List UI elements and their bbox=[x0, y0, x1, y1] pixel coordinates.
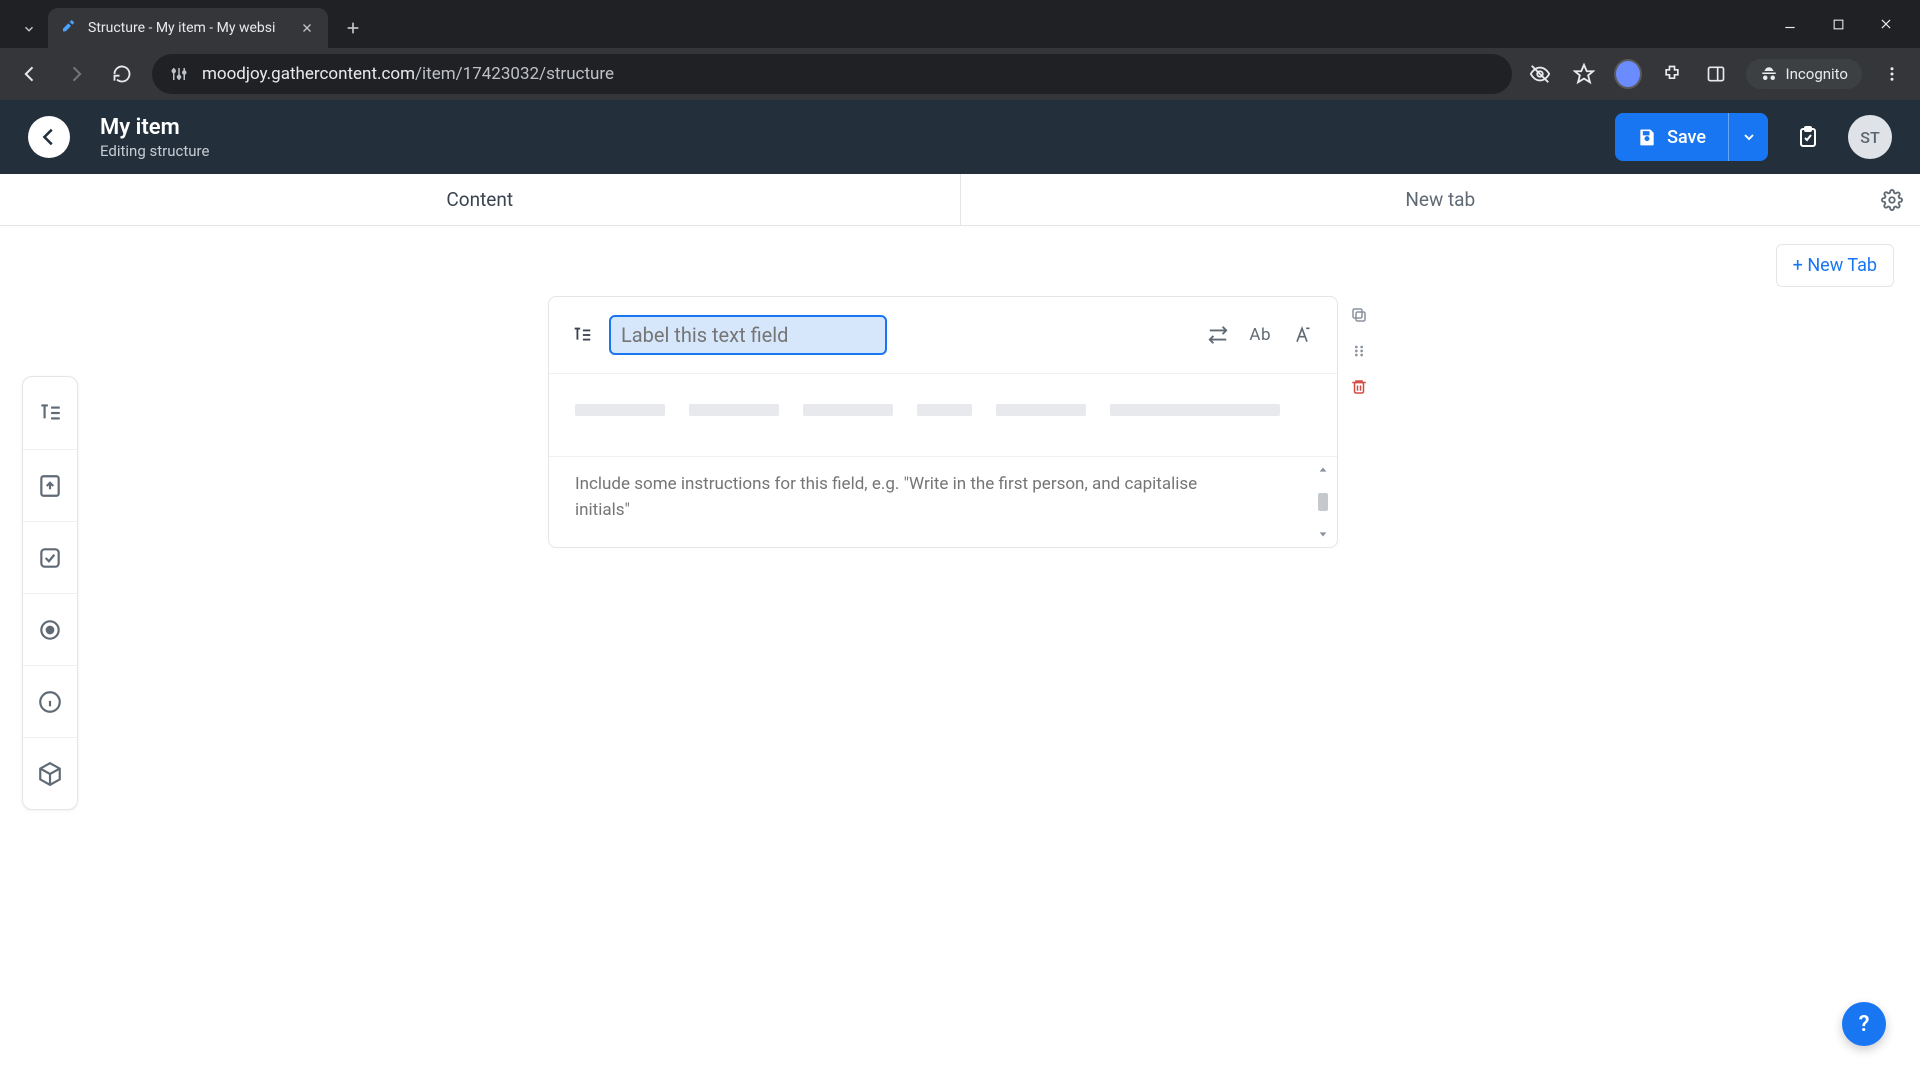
tasks-icon[interactable] bbox=[1786, 115, 1830, 159]
save-dropdown-button[interactable] bbox=[1728, 113, 1768, 161]
field-side-actions bbox=[1348, 304, 1370, 398]
scroll-thumb[interactable] bbox=[1318, 493, 1328, 511]
document-tabs: Content New tab bbox=[0, 174, 1920, 226]
rail-guideline-icon[interactable] bbox=[23, 665, 77, 737]
url-host: moodjoy.gathercontent.com bbox=[202, 64, 415, 84]
rail-radio-icon[interactable] bbox=[23, 593, 77, 665]
field-header: Ab bbox=[549, 297, 1337, 373]
browser-tab-title: Structure - My item - My websi bbox=[88, 20, 288, 36]
rail-text-field-icon[interactable] bbox=[23, 377, 77, 449]
kebab-menu-icon[interactable] bbox=[1878, 60, 1906, 88]
maximize-icon[interactable] bbox=[1828, 14, 1848, 34]
sidepanel-icon[interactable] bbox=[1702, 60, 1730, 88]
rail-checkbox-icon[interactable] bbox=[23, 521, 77, 593]
save-button-group: Save bbox=[1615, 113, 1768, 161]
new-browser-tab-button[interactable] bbox=[336, 11, 370, 45]
site-settings-icon[interactable] bbox=[168, 63, 190, 85]
field-body-preview bbox=[549, 373, 1337, 456]
app-header: My item Editing structure Save ST bbox=[0, 100, 1920, 174]
url-text: moodjoy.gathercontent.com/item/17423032/… bbox=[202, 64, 614, 84]
browser-tab-active[interactable]: Structure - My item - My websi bbox=[48, 8, 328, 48]
reload-button[interactable] bbox=[106, 58, 138, 90]
incognito-indicator[interactable]: Incognito bbox=[1746, 59, 1862, 89]
field-label-input[interactable] bbox=[609, 315, 887, 355]
avatar-initials: ST bbox=[1860, 128, 1879, 147]
rail-attachment-icon[interactable] bbox=[23, 449, 77, 521]
tab-strip: Structure - My item - My websi bbox=[0, 0, 1920, 48]
repeatable-toggle-icon[interactable] bbox=[1205, 322, 1231, 348]
tabs-settings-icon[interactable] bbox=[1878, 186, 1906, 214]
field-type-rail bbox=[22, 376, 78, 810]
help-button[interactable]: ? bbox=[1842, 1002, 1886, 1046]
field-instructions-input[interactable] bbox=[575, 471, 1215, 525]
delete-field-icon[interactable] bbox=[1348, 376, 1370, 398]
save-icon bbox=[1637, 127, 1657, 147]
favicon-icon bbox=[60, 19, 78, 37]
window-close-icon[interactable] bbox=[1876, 14, 1896, 34]
tab-content[interactable]: Content bbox=[0, 174, 960, 225]
window-controls bbox=[1780, 0, 1920, 48]
address-bar: moodjoy.gathercontent.com/item/17423032/… bbox=[0, 48, 1920, 100]
scroll-down-icon bbox=[1318, 529, 1328, 539]
url-path: /item/17423032/structure bbox=[415, 64, 614, 84]
extensions-icon[interactable] bbox=[1658, 60, 1686, 88]
back-button[interactable] bbox=[14, 58, 46, 90]
profile-indicator[interactable] bbox=[1614, 60, 1642, 88]
back-to-item-button[interactable] bbox=[28, 116, 70, 158]
profile-dot-icon bbox=[1614, 59, 1642, 89]
address-bar-actions: Incognito bbox=[1526, 59, 1906, 89]
incognito-label: Incognito bbox=[1786, 65, 1848, 83]
bookmark-star-icon[interactable] bbox=[1570, 60, 1598, 88]
text-field-card: Ab bbox=[548, 296, 1338, 548]
browser-chrome: Structure - My item - My websi moodjoy.g… bbox=[0, 0, 1920, 100]
plain-text-toggle[interactable]: Ab bbox=[1249, 325, 1271, 345]
eye-off-icon[interactable] bbox=[1526, 60, 1554, 88]
rail-component-icon[interactable] bbox=[23, 737, 77, 809]
page-subtitle: Editing structure bbox=[100, 142, 209, 160]
save-button-label: Save bbox=[1667, 127, 1706, 148]
tab-new-tab[interactable]: New tab bbox=[960, 174, 1920, 225]
scroll-up-icon bbox=[1318, 465, 1328, 475]
add-new-tab-button[interactable]: + New Tab bbox=[1776, 244, 1894, 287]
url-field[interactable]: moodjoy.gathercontent.com/item/17423032/… bbox=[152, 54, 1512, 94]
duplicate-field-icon[interactable] bbox=[1348, 304, 1370, 326]
placeholder-skeleton bbox=[575, 404, 1311, 416]
close-tab-icon[interactable] bbox=[298, 19, 316, 37]
text-field-type-icon bbox=[571, 324, 593, 346]
workspace: + New Tab Ab bbox=[0, 226, 1920, 1080]
help-icon: ? bbox=[1859, 1012, 1870, 1037]
header-titles: My item Editing structure bbox=[100, 115, 209, 160]
drag-handle-icon[interactable] bbox=[1348, 340, 1370, 362]
field-instructions-area bbox=[549, 456, 1337, 547]
tab-search-dropdown[interactable] bbox=[10, 10, 48, 48]
incognito-icon bbox=[1760, 65, 1778, 83]
formatting-options-icon[interactable] bbox=[1289, 322, 1315, 348]
minimize-icon[interactable] bbox=[1780, 14, 1800, 34]
avatar[interactable]: ST bbox=[1848, 115, 1892, 159]
save-button[interactable]: Save bbox=[1615, 113, 1728, 161]
page-title: My item bbox=[100, 115, 209, 140]
instructions-scrollbar[interactable] bbox=[1315, 465, 1331, 539]
forward-button bbox=[60, 58, 92, 90]
